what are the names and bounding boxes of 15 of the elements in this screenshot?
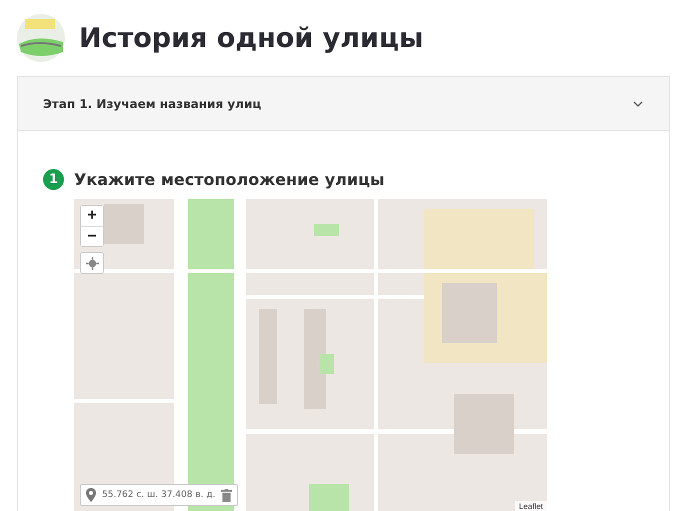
step-number-badge: 1 — [43, 169, 64, 190]
locate-button[interactable] — [80, 252, 104, 274]
logo-drawing — [17, 14, 65, 62]
coordinates-field[interactable]: 55.762 с. ш. 37.408 в. д. — [80, 484, 238, 506]
attribution-link[interactable]: Leaflet — [514, 501, 547, 511]
zoom-out-button[interactable]: − — [81, 226, 103, 246]
page-title: История одной улицы — [79, 22, 424, 54]
pin-icon — [86, 488, 96, 502]
map-view[interactable]: + − 55.762 с. ш. 37.408 в. д. Leaflet — [74, 199, 547, 511]
chevron-icon — [633, 100, 643, 106]
coordinates-text: 55.762 с. ш. 37.408 в. д. — [102, 490, 216, 500]
step-title: Укажите местоположение улицы — [74, 170, 384, 189]
trash-icon[interactable] — [221, 488, 232, 502]
crosshair-icon — [86, 256, 98, 270]
accordion-header[interactable]: Этап 1. Изучаем названия улиц — [18, 77, 669, 131]
